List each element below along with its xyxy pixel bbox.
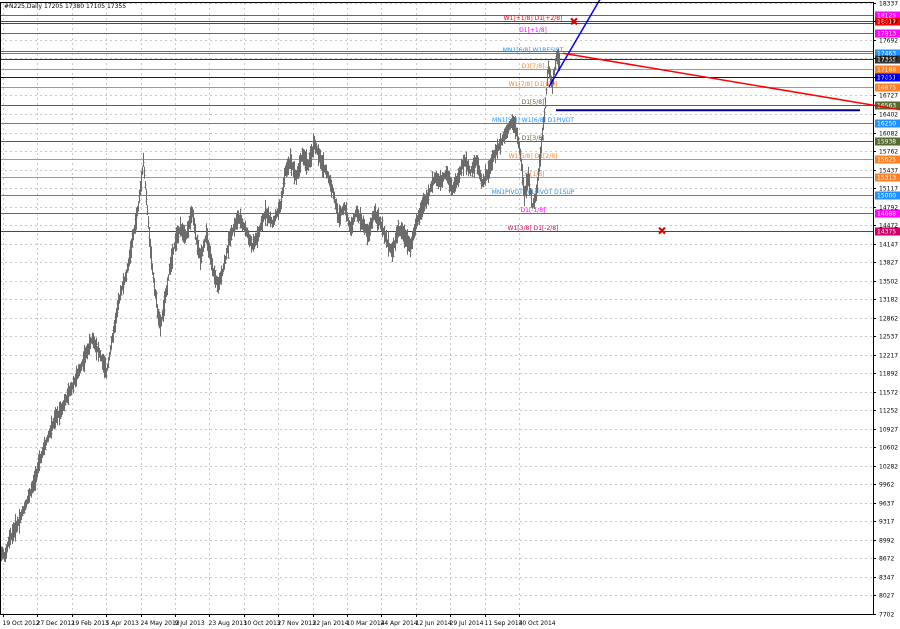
level-label: W1[+1/8] D1[+2/8]: [504, 15, 563, 22]
y-tick-label: 12537: [879, 334, 898, 341]
y-tick-label: 15117: [879, 186, 898, 193]
x-tick-label: 10 Oct 2013: [244, 620, 281, 627]
price-chart: 1812518017W1[+1/8] D1[+2/8]17813D1[+1/8]…: [0, 0, 900, 627]
plot-frame: [0, 2, 874, 615]
chart-header: #N225,Daily 17205 17380 17105 17355: [4, 3, 126, 10]
y-tick-label: 8992: [879, 538, 894, 545]
y-tick-label: 9317: [879, 519, 894, 526]
price-tag-label: 15313: [877, 175, 896, 182]
x-tick-label: 9 Jul 2013: [175, 620, 205, 627]
level-label: W1[5/8] D1[2/8]: [509, 153, 558, 160]
y-tick-label: 11892: [879, 371, 898, 378]
x-tick-label: 24 Apr 2014: [381, 620, 418, 627]
level-label: MN1[6/8] W1RESIST: [503, 47, 564, 54]
y-tick-label: 17052: [879, 75, 898, 82]
axes: 7702 8027 8347 8672 8992 9317 9637 9962 10282 106…: [0, 1, 898, 627]
y-tick-label: 18017: [879, 19, 898, 26]
price-tag-label: 15938: [877, 139, 896, 146]
trend-line: [562, 52, 900, 111]
y-tick-label: 9962: [879, 482, 894, 489]
y-tick-label: 11572: [879, 390, 898, 397]
y-tick-label: 15762: [879, 149, 898, 156]
y-tick-label: 10282: [879, 464, 898, 471]
x-tick-label: 27 Dec 2012: [37, 620, 76, 627]
y-tick-label: 17692: [879, 38, 898, 45]
y-tick-label: 14147: [879, 242, 898, 249]
y-tick-label: 13827: [879, 260, 898, 267]
level-lines: 1812518017W1[+1/8] D1[+2/8]17813D1[+1/8]…: [0, 11, 900, 236]
y-tick-label: 16082: [879, 131, 898, 138]
price-tag-label: 14375: [877, 229, 896, 236]
x-marker: [658, 226, 666, 235]
y-tick-label: 16402: [879, 112, 898, 119]
price-bars: [0, 48, 561, 563]
x-tick-label: 30 Oct 2014: [519, 620, 556, 627]
price-tag-label: 16875: [877, 85, 896, 92]
y-tick-label: 10602: [879, 445, 898, 452]
markers: [570, 17, 666, 235]
y-tick-label: 14792: [879, 205, 898, 212]
y-tick-label: 16727: [879, 93, 898, 100]
y-tick-label: 8347: [879, 575, 894, 582]
level-label: D1[1/8]: [522, 171, 545, 178]
y-tick-label: 8672: [879, 556, 894, 563]
y-tick-label: 13182: [879, 297, 898, 304]
trend-line: [548, 0, 601, 88]
y-tick-label: 8027: [879, 593, 894, 600]
level-label: D1[3/8]: [522, 135, 545, 142]
y-tick-label: 12217: [879, 353, 898, 360]
x-tick-label: 23 Aug 2013: [209, 620, 248, 627]
y-tick-label: 11252: [879, 408, 898, 415]
level-label: MN1PIVOT W1PIVOT D1SUP: [492, 189, 575, 196]
chart-window: 18125 18017 W1[+1/8] D1[+2/8] 17813 D1[+1/8]…: [0, 0, 900, 629]
price-tag-label: 16250: [877, 121, 896, 128]
x-tick-label: 27 Nov 2013: [278, 620, 317, 627]
y-tick-label: 12862: [879, 316, 898, 323]
x-tick-label: 22 Jan 2014: [313, 620, 349, 627]
x-tick-label: 29 Jul 2014: [450, 620, 484, 627]
grid: [0, 3, 873, 615]
y-tick-label: 18337: [879, 1, 898, 8]
x-tick-label: 19 Oct 2012: [3, 620, 40, 627]
x-tick-label: 10 Mar 2014: [347, 620, 385, 627]
x-tick-label: 11 Sep 2014: [485, 620, 523, 627]
x-tick-label: 12 Jun 2014: [416, 620, 452, 627]
y-tick-label: 17372: [879, 56, 898, 63]
level-label: D1[7/8]: [522, 63, 545, 70]
y-tick-label: 14472: [879, 223, 898, 230]
price-tag-label: 15000: [877, 193, 896, 200]
price-tag-label: 17188: [877, 67, 896, 74]
price-tag-label: 14688: [877, 211, 896, 218]
y-tick-label: 9637: [879, 501, 894, 508]
trend-lines: [548, 0, 900, 112]
level-label: D1[+1/8]: [519, 27, 547, 34]
y-tick-label: 13502: [879, 279, 898, 286]
x-tick-label: 5 Apr 2013: [106, 620, 139, 627]
y-tick-label: 10927: [879, 427, 898, 434]
y-tick-label: 15437: [879, 168, 898, 175]
price-tag-label: 15625: [877, 157, 896, 164]
x-tick-label: 19 Feb 2013: [72, 620, 110, 627]
level-label: MN1[5/8] W1[6/8] D1PIVOT: [492, 117, 574, 124]
y-tick-label: 7702: [879, 612, 894, 619]
level-label: D1[5/8]: [522, 99, 545, 106]
level-label: W1[3/8] D1[-2/8]: [508, 225, 559, 232]
